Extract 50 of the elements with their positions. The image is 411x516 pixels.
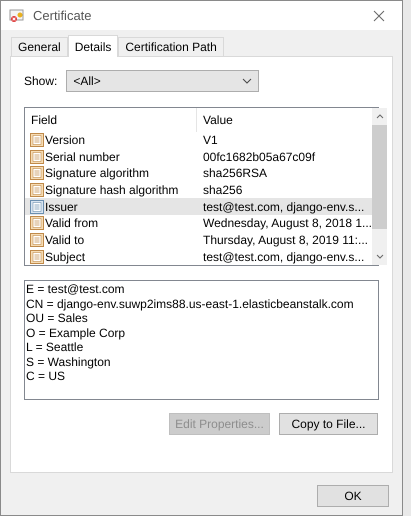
field-name: Version <box>45 132 86 149</box>
tab[interactable]: Details <box>68 35 118 57</box>
field-name: Signature hash algorithm <box>45 182 178 199</box>
document-icon <box>30 216 44 230</box>
document-icon <box>30 200 44 214</box>
chevron-down-icon <box>242 78 252 84</box>
show-label: Show: <box>24 73 58 90</box>
column-header[interactable]: Value <box>197 108 372 132</box>
detail-line: E = test@test.com <box>26 282 126 296</box>
field-name: Issuer <box>45 198 78 216</box>
field-name: Subject <box>45 248 86 266</box>
field-value: V1 <box>202 132 219 149</box>
field-name: Valid from <box>45 215 98 232</box>
tab[interactable]: General <box>11 37 68 56</box>
certificate-icon <box>9 8 25 24</box>
table-row[interactable]: Issuer test@test.com, django-env.s... <box>25 198 372 215</box>
field-value: 00fc1682b05a67c09f <box>202 148 316 166</box>
detail-line: C = US <box>26 369 66 384</box>
field-name: Valid to <box>45 232 84 249</box>
action-button[interactable]: Copy to File... <box>279 413 378 435</box>
scroll-thumb[interactable] <box>372 125 388 229</box>
field-value: test@test.com, django-env.s... <box>202 198 366 216</box>
scrollbar[interactable] <box>372 108 388 265</box>
field-value: sha256 <box>202 182 244 199</box>
field-value: sha256RSA <box>202 165 268 182</box>
detail-line: S = Washington <box>26 354 112 369</box>
document-icon <box>30 132 44 147</box>
field-value: test@test.com, django-env.s... <box>202 248 366 266</box>
detail-line: O = Example Corp <box>26 326 126 340</box>
detail-line: L = Seattle <box>26 340 84 354</box>
field-value: Wednesday, August 8, 2018 1... <box>202 215 372 232</box>
ok-button[interactable]: OK <box>317 485 389 507</box>
scroll-up-icon <box>376 114 384 119</box>
document-icon <box>30 250 44 264</box>
show-dropdown[interactable]: <All> <box>66 70 260 92</box>
detail-text-box[interactable]: E = test@test.com CN = django-env.suwp2ims88.us-east-1.elasticbeanstalk.com OU = Sales O = Example Corp L = Seattle S = Washington C = US <box>24 280 379 400</box>
field-value: Thursday, August 8, 2019 11:... <box>202 232 369 249</box>
scroll-down-icon <box>376 254 384 259</box>
document-icon <box>30 166 44 180</box>
field-name: Signature algorithm <box>45 165 150 182</box>
document-icon <box>30 182 44 197</box>
window-title: Certificate <box>33 6 93 25</box>
document-icon <box>30 150 44 164</box>
tab[interactable]: Certification Path <box>118 37 224 56</box>
detail-line: OU = Sales <box>26 311 89 326</box>
detail-line: CN = django-env.suwp2ims88.us-east-1.elasticbeanstalk.com <box>26 296 355 311</box>
close-icon <box>373 10 385 22</box>
field-name: Serial number <box>45 148 120 166</box>
document-icon <box>30 232 44 247</box>
table-row[interactable]: Signature hash algorithm sha256 <box>25 182 372 198</box>
